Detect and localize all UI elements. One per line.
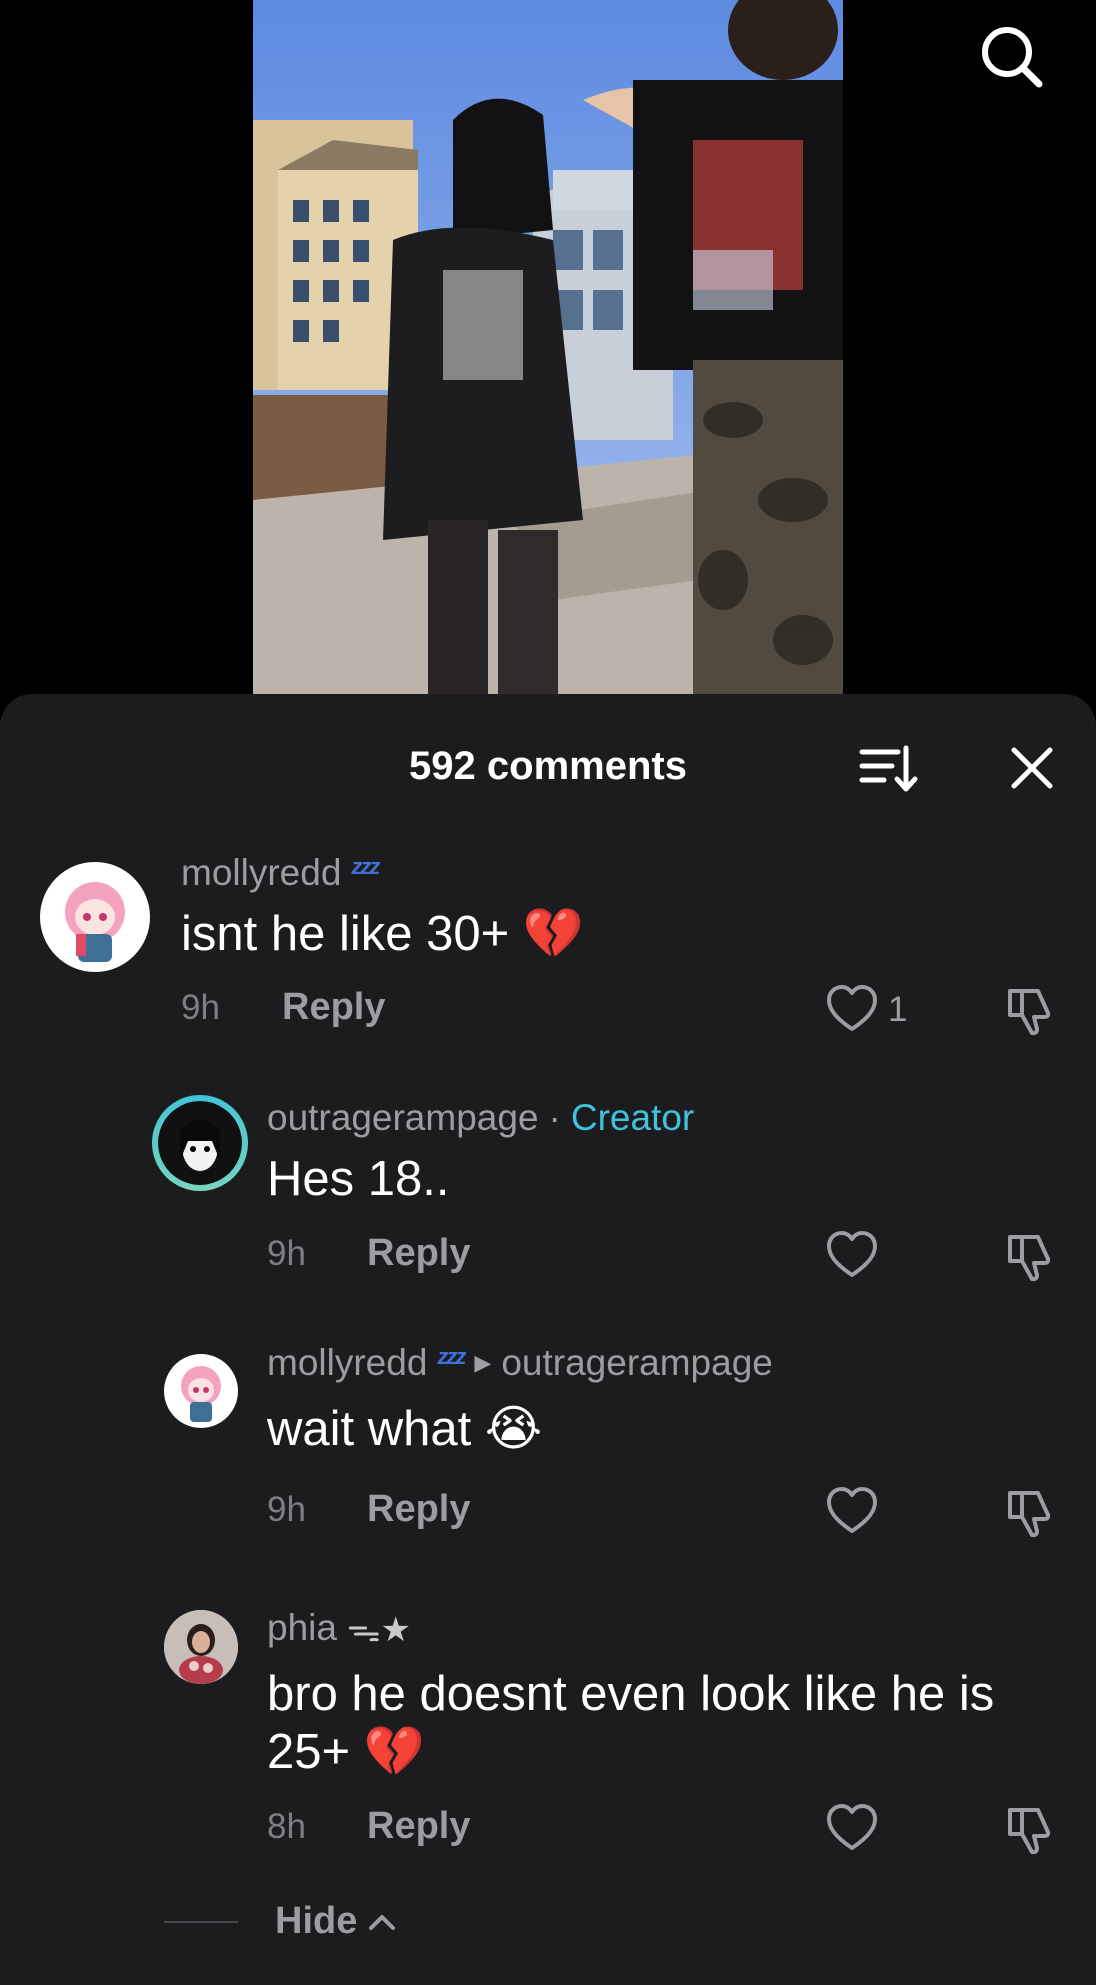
sort-icon — [859, 745, 918, 792]
comment-time: 9h — [181, 988, 220, 1027]
anime-avatar-image — [65, 882, 125, 962]
thumbs-down-icon — [1008, 1808, 1051, 1855]
reply-button[interactable]: Reply — [367, 1232, 470, 1275]
close-icon — [1011, 747, 1053, 789]
heart-icon — [827, 1487, 877, 1533]
video-frame-image — [253, 0, 843, 700]
comment-username-row[interactable]: outragerampage · Creator — [267, 1097, 694, 1139]
comments-count-title: 592 comments — [409, 744, 687, 788]
comment-text: wait what 😭 — [267, 1402, 543, 1456]
thumbs-down-icon — [1008, 1235, 1051, 1282]
like-button[interactable] — [824, 981, 880, 1037]
avatar[interactable] — [164, 1610, 238, 1684]
sleep-badge-icon: zzz — [351, 854, 380, 879]
comment-username-row[interactable]: phia ᯓ★ — [267, 1605, 411, 1651]
hide-replies-row[interactable]: Hide — [164, 1900, 397, 1943]
reply-button[interactable]: Reply — [367, 1805, 470, 1848]
avatar[interactable] — [152, 1095, 248, 1191]
dislike-button[interactable] — [1002, 1485, 1058, 1541]
comment-text: isnt he like 30+ 💔 — [181, 907, 584, 961]
comment-time: 9h — [267, 1490, 306, 1529]
like-button[interactable] — [824, 1483, 880, 1539]
dislike-button[interactable] — [1002, 1229, 1058, 1285]
divider-line — [164, 1920, 238, 1923]
photo-avatar-image — [164, 1610, 238, 1684]
separator-dot: · — [548, 1097, 561, 1138]
sleep-badge-icon: zzz — [437, 1344, 466, 1369]
creator-badge: Creator — [570, 1097, 695, 1138]
creator-avatar-image — [158, 1101, 242, 1185]
dislike-button[interactable] — [1002, 983, 1058, 1039]
comment-username-row[interactable]: mollyredd zzz — [181, 852, 380, 894]
heart-icon — [827, 1231, 877, 1277]
comment-text: Hes 18.. — [267, 1152, 450, 1206]
chevron-up-icon — [369, 1914, 396, 1930]
reply-to-username[interactable]: outragerampage — [501, 1342, 773, 1384]
search-icon — [982, 27, 1043, 88]
screen: 592 comments mollyredd zzz isnt he like … — [0, 0, 1096, 1985]
username[interactable]: phia — [267, 1607, 337, 1649]
username[interactable]: mollyredd — [181, 852, 341, 894]
comment-username-row[interactable]: mollyredd zzz ▶ outragerampage — [267, 1342, 773, 1384]
username[interactable]: mollyredd — [267, 1342, 427, 1384]
avatar[interactable] — [164, 1354, 238, 1428]
anime-avatar-image — [181, 1366, 221, 1422]
like-count: 1 — [888, 990, 908, 1029]
avatar[interactable] — [40, 862, 150, 972]
hide-replies-button[interactable]: Hide — [275, 1900, 357, 1943]
video-preview[interactable] — [253, 0, 843, 700]
reply-to-caret-icon: ▶ — [474, 1350, 492, 1375]
dislike-button[interactable] — [1002, 1802, 1058, 1858]
sort-button[interactable] — [858, 738, 918, 798]
heart-icon — [827, 1804, 877, 1850]
comments-sheet: 592 comments — [0, 694, 1096, 1985]
thumbs-down-icon — [1008, 989, 1051, 1036]
like-button[interactable] — [824, 1800, 880, 1856]
comment-text: bro he doesnt even look like he is 25+ 💔 — [267, 1667, 995, 1779]
thumbs-down-icon — [1008, 1491, 1051, 1538]
heart-icon — [827, 985, 877, 1031]
like-button[interactable] — [824, 1227, 880, 1283]
username[interactable]: outragerampage — [267, 1097, 539, 1139]
comment-time: 9h — [267, 1234, 306, 1273]
comment-time: 8h — [267, 1807, 306, 1846]
reply-button[interactable]: Reply — [367, 1488, 470, 1531]
close-button[interactable] — [1002, 738, 1062, 798]
search-button[interactable] — [975, 20, 1047, 92]
reply-button[interactable]: Reply — [282, 986, 385, 1029]
dragonfly-badge-icon: ᯓ★ — [346, 1611, 411, 1649]
